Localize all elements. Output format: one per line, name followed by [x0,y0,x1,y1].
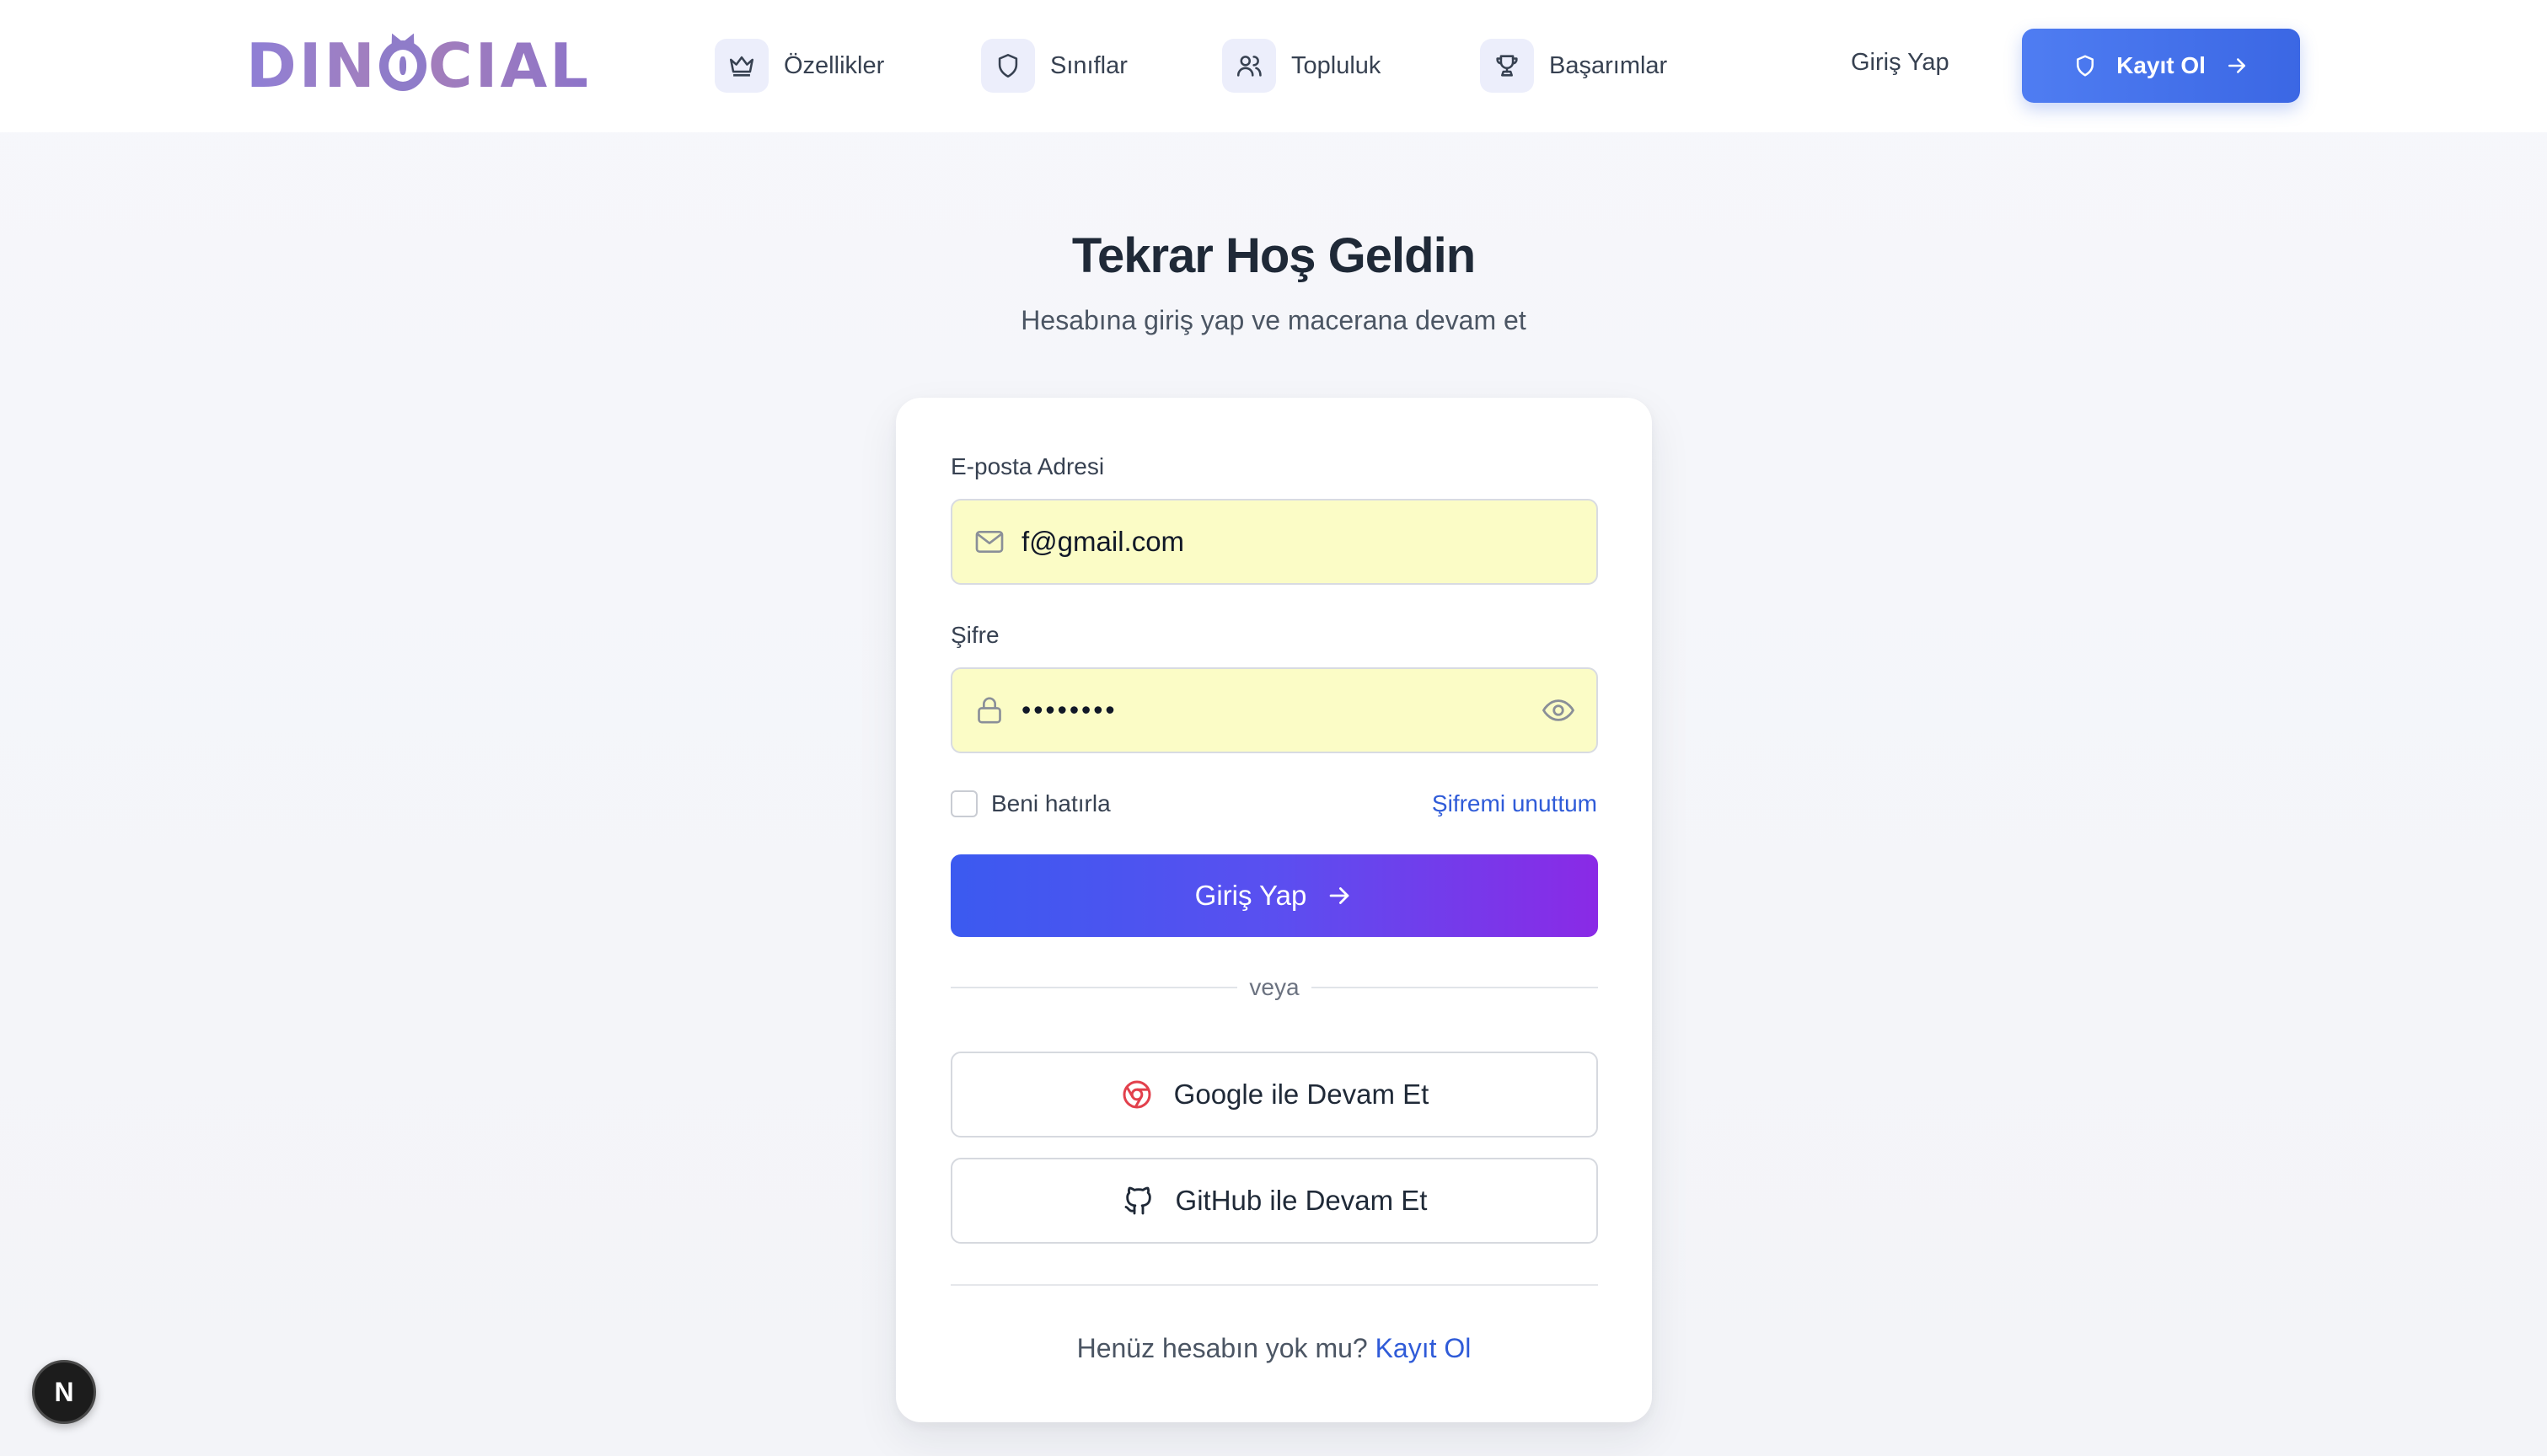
nav-item-classes[interactable]: Sınıflar [981,37,1128,94]
signup-prompt: Henüz hesabın yok mu? Kayıt Ol [896,1333,1652,1364]
google-label: Google ile Devam Et [1173,1079,1429,1110]
login-submit-button[interactable]: Giriş Yap [951,854,1598,937]
chrome-icon [1123,1080,1151,1109]
crown-icon [715,39,769,93]
header-login-link[interactable]: Giriş Yap [1851,49,1949,77]
nav-label: Başarımlar [1549,51,1668,79]
login-card: E-posta Adresi f@gmail.com Şifre •••••••… [896,398,1652,1422]
arrow-right-icon [2228,58,2245,73]
trophy-icon [1480,39,1534,93]
nav-label: Topluluk [1291,51,1381,79]
nav-item-achievements[interactable]: Başarımlar [1480,37,1667,94]
github-login-button[interactable]: GitHub ile Devam Et [951,1158,1598,1244]
top-header: DIN CIAL Özellikler Sınıflar Topluluk Ba… [0,0,2547,132]
login-page: DIN CIAL Özellikler Sınıflar Topluluk Ba… [0,0,2547,1456]
lock-icon [978,697,1001,724]
divider-line [1311,987,1598,988]
password-value: •••••••• [1021,694,1118,725]
google-login-button[interactable]: Google ile Devam Et [951,1052,1598,1138]
nav-label: Özellikler [784,51,885,79]
divider-label: veya [1249,974,1300,1000]
nav-label: Sınıflar [1050,51,1128,79]
page-subtitle: Hesabına giriş yap ve macerana devam et [1021,305,1526,335]
signup-label: Kayıt Ol [2116,52,2206,78]
email-label: E-posta Adresi [951,453,1105,479]
submit-label: Giriş Yap [1194,880,1307,911]
signup-link[interactable]: Kayıt Ol [1375,1333,1472,1363]
password-label: Şifre [951,622,1000,648]
arrow-right-icon [1329,887,1349,904]
forgot-password-link[interactable]: Şifremi unuttum [1432,790,1597,817]
email-value: f@gmail.com [1021,526,1185,557]
github-label: GitHub ile Devam Et [1175,1185,1428,1216]
email-field[interactable]: f@gmail.com [951,499,1598,585]
or-divider: veya [951,971,1598,1004]
nav-item-community[interactable]: Topluluk [1222,37,1381,94]
github-icon [1124,1186,1151,1215]
page-title: Tekrar Hoş Geldin [1071,228,1476,283]
no-account-text: Henüz hesabın yok mu? [1076,1333,1368,1363]
header-signup-button[interactable]: Kayıt Ol [2022,29,2300,103]
shield-icon [2077,55,2094,77]
remember-label: Beni hatırla [991,790,1111,816]
mail-icon [975,531,1004,553]
nav-item-features[interactable]: Özellikler [715,37,884,94]
remember-me[interactable]: Beni hatırla [951,790,1111,817]
users-icon [1222,39,1276,93]
shield-icon [981,39,1035,93]
eye-icon[interactable] [1541,693,1576,728]
divider-line [951,987,1238,988]
password-field[interactable]: •••••••• [951,667,1598,753]
remember-checkbox[interactable] [951,790,978,817]
nextjs-devtools-badge[interactable]: N [32,1360,96,1424]
card-separator [951,1284,1598,1286]
